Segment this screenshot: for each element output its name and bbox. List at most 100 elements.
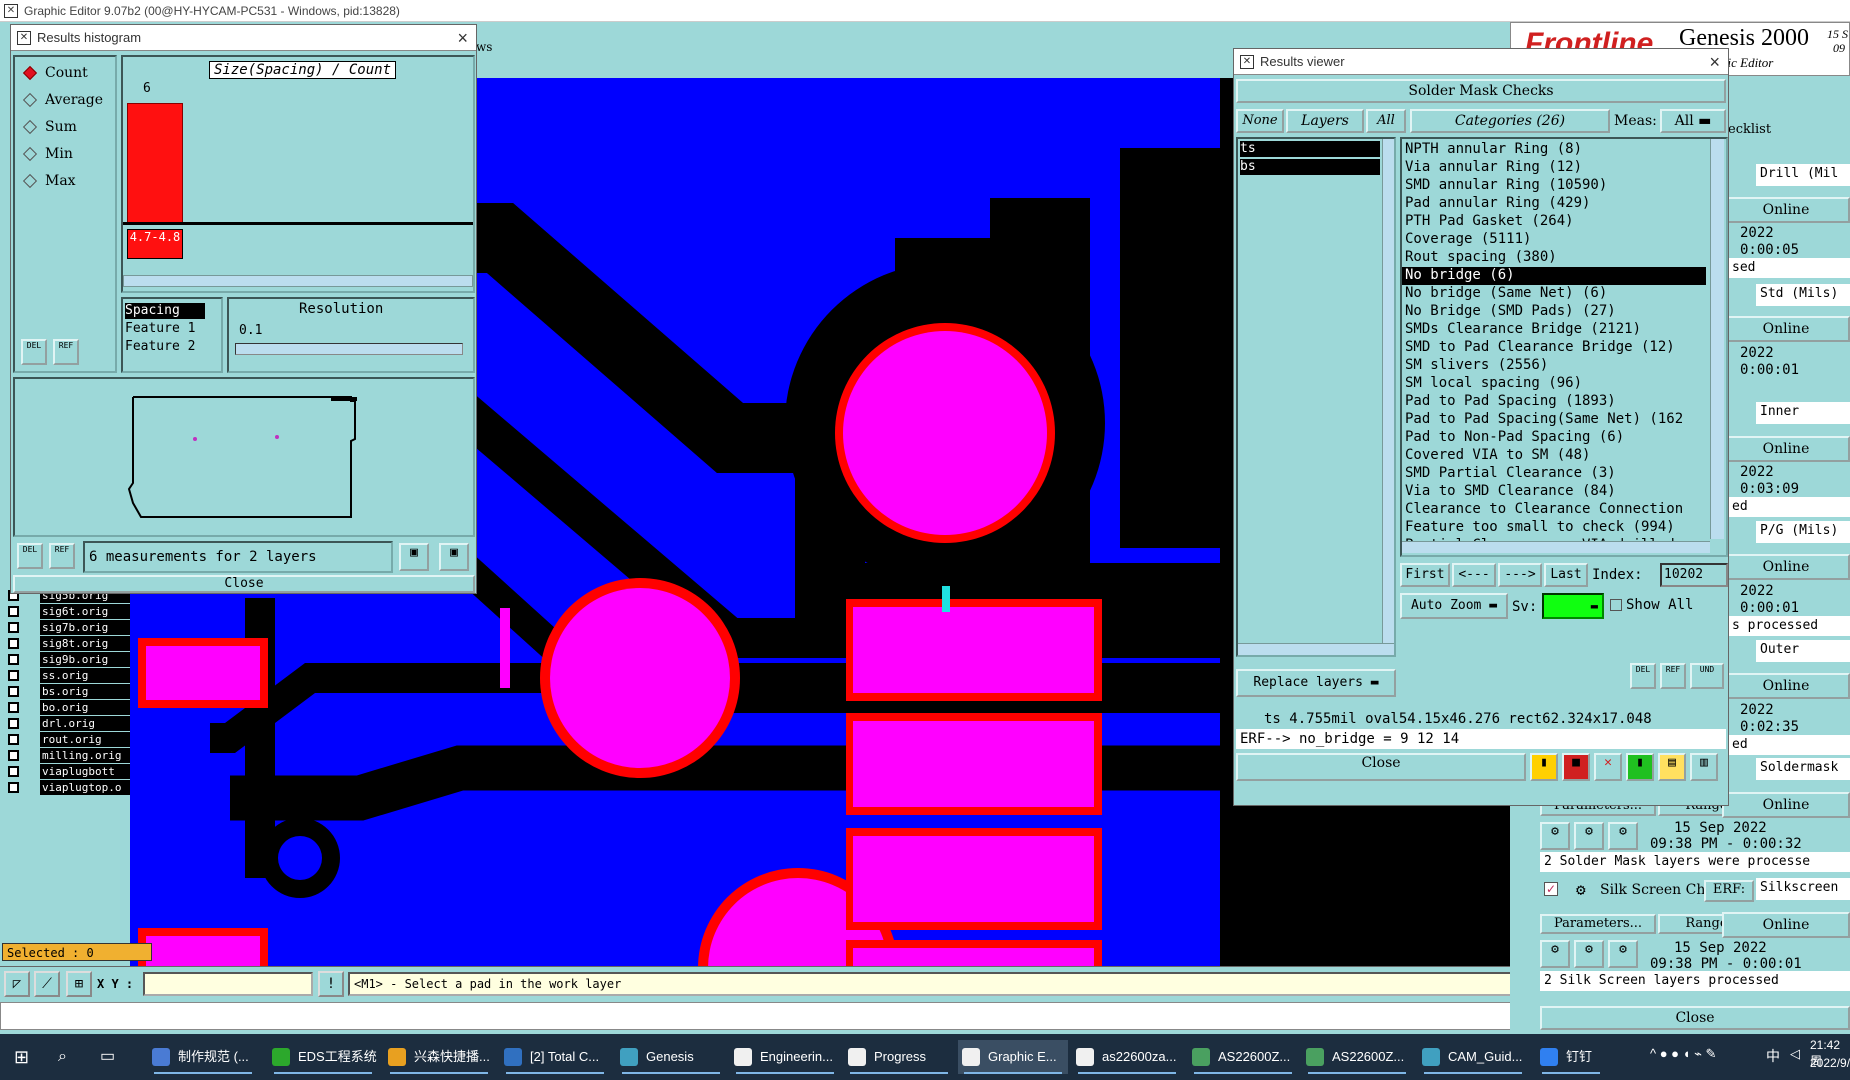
layer-name[interactable]: viaplugtop.o [40, 780, 130, 795]
erf-field[interactable]: Outer [1756, 640, 1850, 662]
silk-checkbox[interactable]: ✓ [1544, 882, 1558, 896]
grid-tool-icon[interactable]: ⊞ [66, 971, 92, 997]
start-icon[interactable]: ⊞ [4, 1040, 44, 1074]
prev-button[interactable]: <--- [1452, 563, 1496, 587]
viewer-layer-item[interactable]: bs [1240, 159, 1380, 175]
category-item[interactable]: NPTH annular Ring (8) [1402, 141, 1706, 159]
undo-icon[interactable]: UND [1690, 663, 1724, 689]
ref-button[interactable]: REF [53, 339, 79, 365]
last-button[interactable]: Last [1544, 563, 1588, 587]
select-tool-icon[interactable]: ◸ [4, 971, 30, 997]
layer-name[interactable]: sig7b.orig [40, 620, 130, 635]
resolution-slider[interactable] [235, 343, 463, 355]
taskbar-item[interactable]: Graphic E... [958, 1040, 1068, 1074]
ref-button[interactable]: REF [1660, 663, 1686, 689]
online-button[interactable]: Online [1722, 316, 1850, 342]
taskbar-item[interactable]: 兴森快捷播... [384, 1040, 494, 1074]
category-item[interactable]: No bridge (Same Net) (6) [1402, 285, 1706, 303]
erf-field[interactable]: P/G (Mils) [1756, 521, 1850, 543]
ref-button[interactable]: REF [49, 543, 75, 569]
auto-zoom-dropdown[interactable]: Auto Zoom ▬ [1400, 593, 1508, 619]
layer-checkbox[interactable] [8, 654, 19, 665]
online-button[interactable]: Online [1722, 792, 1850, 818]
layer-list-scrollbar[interactable] [1382, 139, 1394, 643]
close-icon[interactable]: × [1709, 49, 1720, 75]
feature-list-item[interactable]: Spacing [125, 303, 205, 319]
erf-button[interactable]: ERF: [1704, 880, 1754, 902]
category-item[interactable]: Clearance to Clearance Connection [1402, 501, 1706, 519]
category-item[interactable]: Pad to Non-Pad Spacing (6) [1402, 429, 1706, 447]
date[interactable]: 2022/9/1 [1810, 1056, 1850, 1070]
erf-field[interactable]: Std (Mils) [1756, 284, 1850, 306]
layer-name[interactable]: ss.orig [40, 668, 130, 683]
category-item[interactable]: SM slivers (2556) [1402, 357, 1706, 375]
category-item[interactable]: Via annular Ring (12) [1402, 159, 1706, 177]
taskbar-item[interactable]: [2] Total C... [500, 1040, 610, 1074]
online-button[interactable]: Online [1722, 912, 1850, 938]
erf-field[interactable]: Soldermask [1756, 758, 1850, 780]
meas-dropdown[interactable]: All ▬ [1660, 109, 1726, 133]
del-button[interactable]: DEL [21, 339, 47, 365]
category-hscrollbar[interactable] [1402, 541, 1710, 553]
menu-fragment[interactable]: ws [476, 40, 492, 54]
online-button[interactable]: Online [1722, 436, 1850, 462]
category-item[interactable]: Pad to Pad Spacing(Same Net) (162 [1402, 411, 1706, 429]
run-icon[interactable]: ⚙ [1540, 940, 1570, 968]
erf-field[interactable]: Drill (Mil [1756, 164, 1850, 186]
layer-name[interactable]: sig8t.orig [40, 636, 130, 651]
taskbar-item[interactable]: Engineerin... [730, 1040, 840, 1074]
severity-dropdown[interactable]: ▬ [1542, 593, 1604, 619]
info-icon[interactable]: ! [318, 971, 344, 997]
board-preview[interactable] [13, 377, 475, 537]
erf-field[interactable]: Silkscreen [1756, 878, 1850, 900]
layer-name[interactable]: rout.orig [40, 732, 130, 747]
radio-count[interactable]: Count [22, 65, 88, 81]
ime-indicator[interactable]: 中 [1766, 1046, 1780, 1066]
chart-scrollbar[interactable] [123, 275, 473, 287]
category-item[interactable]: Pad to Pad Spacing (1893) [1402, 393, 1706, 411]
category-item[interactable]: Covered VIA to SM (48) [1402, 447, 1706, 465]
grid-x-icon[interactable]: ✕ [1594, 753, 1622, 781]
del-button[interactable]: DEL [1630, 663, 1656, 689]
online-button[interactable]: Online [1722, 554, 1850, 580]
taskbar-item[interactable]: CAM_Guid... [1418, 1040, 1528, 1074]
taskbar-item[interactable]: Genesis [616, 1040, 726, 1074]
histogram-close-button[interactable]: Close [13, 575, 475, 593]
layer-checkbox[interactable] [8, 638, 19, 649]
taskbar-item[interactable]: EDS工程系统 [268, 1040, 378, 1074]
chart-icon[interactable]: ▮ [1530, 753, 1558, 781]
taskbar-item[interactable]: Progress [844, 1040, 954, 1074]
layer-name[interactable]: sig9b.orig [40, 652, 130, 667]
layer-name[interactable]: bo.orig [40, 700, 130, 715]
radio-sum[interactable]: Sum [22, 119, 77, 135]
taskbar-item[interactable]: as22600za... [1072, 1040, 1182, 1074]
category-item[interactable]: Pad annular Ring (429) [1402, 195, 1706, 213]
online-button[interactable]: Online [1722, 197, 1850, 223]
run-icon[interactable]: ⚙ [1574, 822, 1604, 850]
category-item[interactable]: SM local spacing (96) [1402, 375, 1706, 393]
category-item[interactable]: Rout spacing (380) [1402, 249, 1706, 267]
categories-button[interactable]: Categories (26) [1410, 109, 1610, 133]
layers-button[interactable]: Layers [1286, 109, 1364, 133]
taskbar-item[interactable]: 制作规范 (... [148, 1040, 258, 1074]
category-item[interactable]: PTH Pad Gasket (264) [1402, 213, 1706, 231]
close-icon[interactable]: × [457, 25, 468, 51]
layer-checkbox[interactable] [8, 606, 19, 617]
first-button[interactable]: First [1400, 563, 1450, 587]
category-item[interactable]: No bridge (6) [1402, 267, 1706, 285]
speaker-icon[interactable]: ◁ [1790, 1046, 1800, 1062]
run-icon[interactable]: ⚙ [1608, 822, 1638, 850]
category-item[interactable]: Feature too small to check (994) [1402, 519, 1706, 537]
histogram-icon[interactable]: ▥ [1690, 753, 1718, 781]
category-item[interactable]: No Bridge (SMD Pads) (27) [1402, 303, 1706, 321]
radio-max[interactable]: Max [22, 173, 76, 189]
category-item[interactable]: SMD to Pad Clearance Bridge (12) [1402, 339, 1706, 357]
category-scrollbar[interactable] [1710, 139, 1724, 539]
search-icon[interactable]: ⌕ [48, 1040, 88, 1074]
del-button[interactable]: DEL [17, 543, 43, 569]
run-icon[interactable]: ⚙ [1608, 940, 1638, 968]
layer-name[interactable]: viaplugbott [40, 764, 130, 779]
category-item[interactable]: SMD Partial Clearance (3) [1402, 465, 1706, 483]
layer-list-hscrollbar[interactable] [1238, 643, 1394, 655]
layer-checkbox[interactable] [8, 622, 19, 633]
